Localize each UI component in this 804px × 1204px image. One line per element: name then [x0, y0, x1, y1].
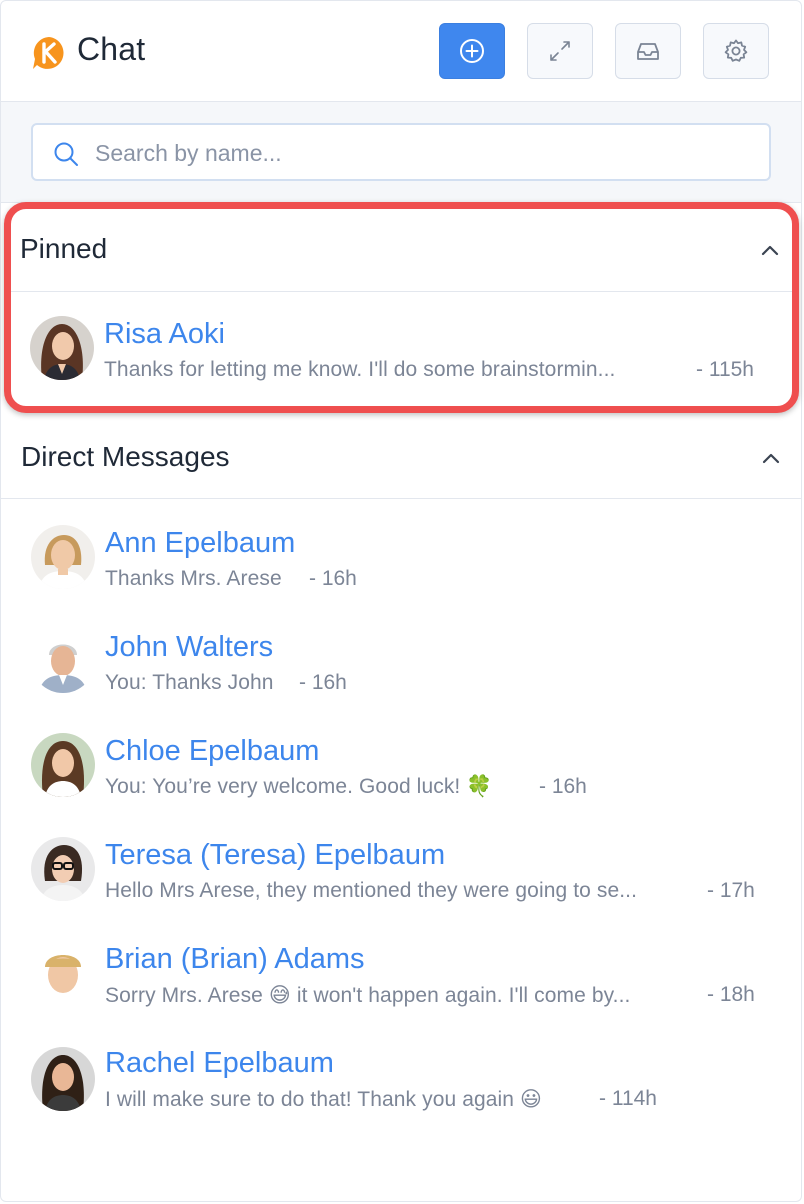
message-time: - 114h [599, 1087, 657, 1110]
search-icon [54, 142, 78, 166]
search-box[interactable] [31, 123, 771, 181]
contact-name[interactable]: John Walters [105, 631, 273, 664]
direct-messages-header[interactable]: Direct Messages [1, 417, 801, 499]
search-input[interactable] [93, 137, 737, 169]
search-area [1, 102, 801, 203]
avatar [30, 316, 94, 380]
list-item[interactable]: Rachel Epelbaum I will make sure to do t… [1, 1031, 801, 1131]
contact-name[interactable]: Ann Epelbaum [105, 527, 295, 560]
message-time: - 17h [707, 879, 755, 902]
pinned-title: Pinned [20, 233, 108, 264]
list-item[interactable]: Brian (Brian) Adams Sorry Mrs. Arese 😅 i… [1, 927, 801, 1027]
chevron-up-icon[interactable] [760, 243, 780, 257]
avatar [31, 629, 95, 693]
contact-name[interactable]: Risa Aoki [104, 318, 225, 351]
gear-icon [724, 39, 748, 62]
avatar [31, 837, 95, 901]
list-item[interactable]: Ann Epelbaum Thanks Mrs. Arese - 16h [1, 511, 801, 611]
expand-icon [550, 41, 570, 61]
list-item[interactable]: Risa Aoki Thanks for letting me know. I'… [11, 292, 792, 392]
avatar [31, 1047, 95, 1111]
contact-name[interactable]: Rachel Epelbaum [105, 1047, 334, 1080]
app-title: Chat [77, 31, 146, 67]
inbox-icon [637, 43, 659, 60]
message-preview: Sorry Mrs. Arese 😅 it won't happen again… [105, 984, 631, 1007]
list-item[interactable]: Teresa (Teresa) Epelbaum Hello Mrs Arese… [1, 823, 801, 923]
new-chat-button[interactable] [439, 23, 505, 79]
list-item[interactable]: John Walters You: Thanks John - 16h [1, 615, 801, 715]
contact-name[interactable]: Brian (Brian) Adams [105, 943, 365, 976]
chat-panel: Chat Search by name... Direct Messages A… [0, 0, 802, 1202]
avatar [31, 941, 95, 1005]
contact-name[interactable]: Chloe Epelbaum [105, 735, 319, 768]
header: Chat [1, 1, 801, 102]
contact-name[interactable]: Teresa (Teresa) Epelbaum [105, 839, 445, 872]
settings-button[interactable] [703, 23, 769, 79]
chevron-up-icon[interactable] [761, 451, 781, 465]
plus-circle-icon [460, 39, 484, 63]
message-preview: Thanks for letting me know. I'll do some… [104, 358, 616, 381]
chat-logo-icon [33, 37, 64, 69]
avatar [31, 525, 95, 589]
direct-messages-title: Direct Messages [21, 441, 230, 472]
message-time: - 16h [539, 775, 587, 798]
message-preview: I will make sure to do that! Thank you a… [105, 1088, 542, 1111]
list-item[interactable]: Chloe Epelbaum You: You’re very welcome.… [1, 719, 801, 819]
message-time: - 16h [299, 671, 347, 694]
message-preview: Thanks Mrs. Arese [105, 567, 282, 590]
expand-button[interactable] [527, 23, 593, 79]
pinned-header[interactable]: Pinned [11, 209, 792, 292]
message-preview: You: Thanks John [105, 671, 274, 694]
message-preview: You: You’re very welcome. Good luck! 🍀 [105, 775, 493, 798]
avatar [31, 733, 95, 797]
message-time: - 16h [309, 567, 357, 590]
inbox-button[interactable] [615, 23, 681, 79]
message-time: - 18h [707, 983, 755, 1006]
pinned-section-highlight: Pinned Risa Aoki Thanks for letting me k… [4, 202, 799, 413]
message-preview: Hello Mrs Arese, they mentioned they wer… [105, 879, 638, 902]
message-time: - 115h [696, 358, 754, 381]
